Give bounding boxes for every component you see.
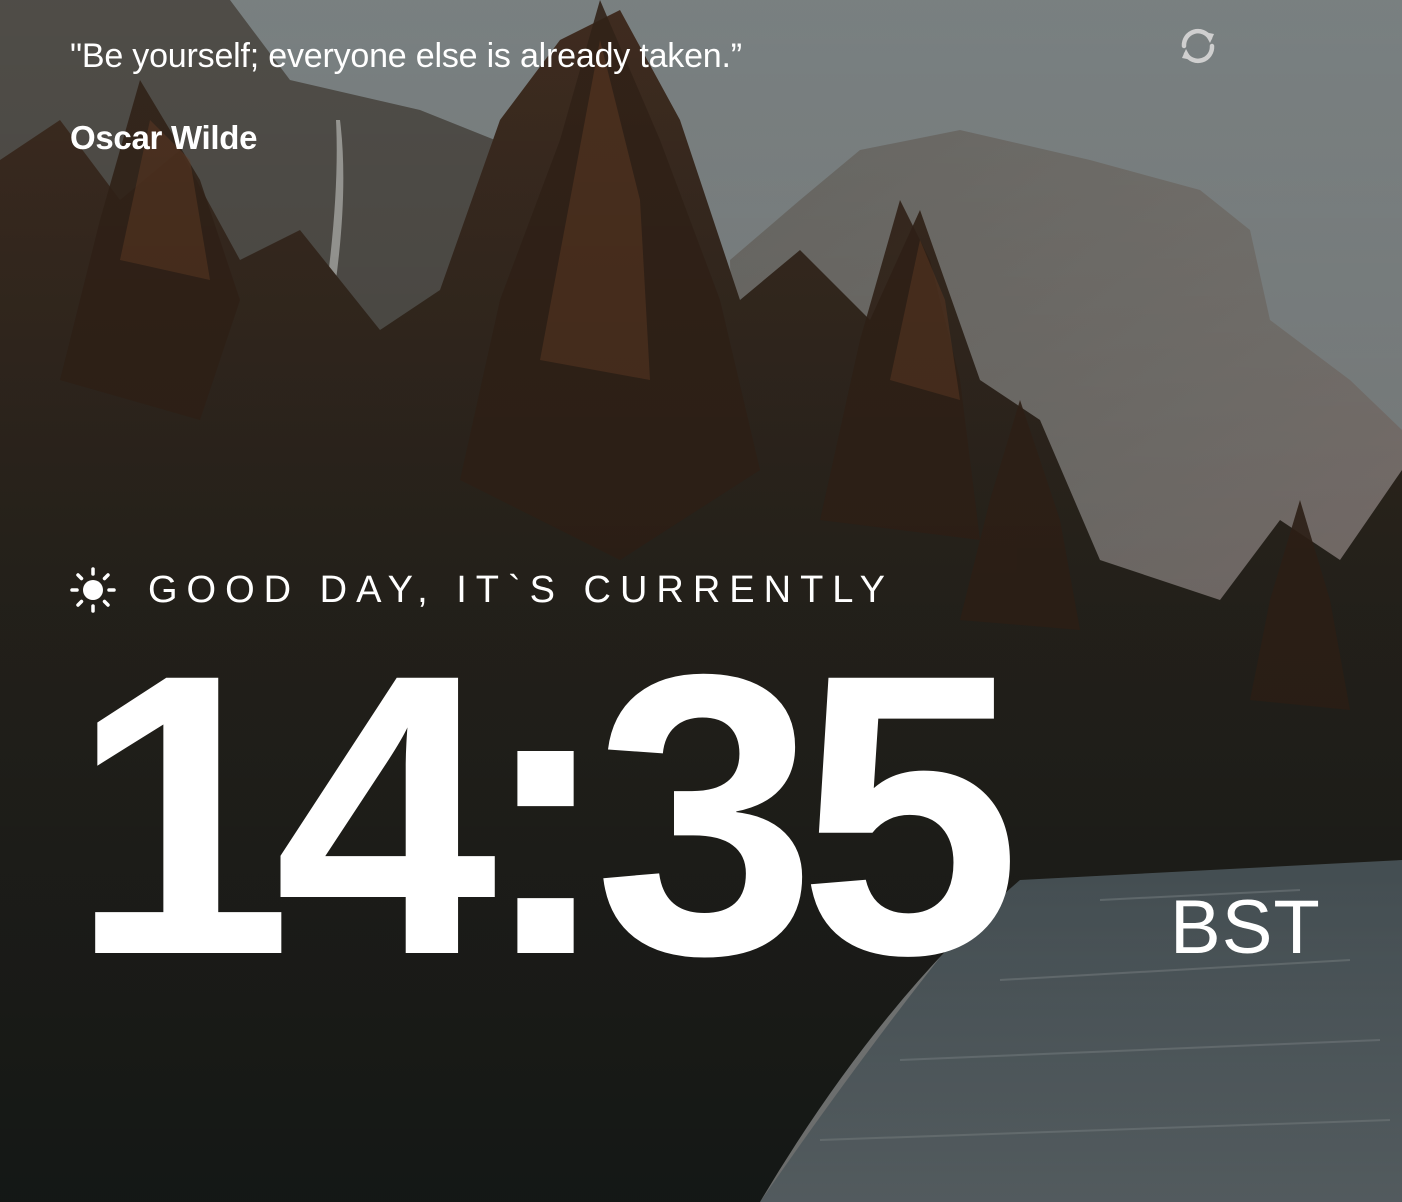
quote-author: Oscar Wilde (70, 119, 258, 156)
app-root: "Be yourself; everyone else is already t… (0, 0, 1402, 1202)
refresh-icon (1181, 28, 1215, 64)
quote-text: "Be yourself; everyone else is already t… (70, 37, 742, 75)
clock-timezone: BST (1170, 885, 1321, 970)
refresh-quote-button[interactable] (1176, 24, 1220, 68)
quote-block: "Be yourself; everyone else is already t… (70, 34, 1070, 158)
clock-time: 14:35 (70, 591, 1021, 1038)
